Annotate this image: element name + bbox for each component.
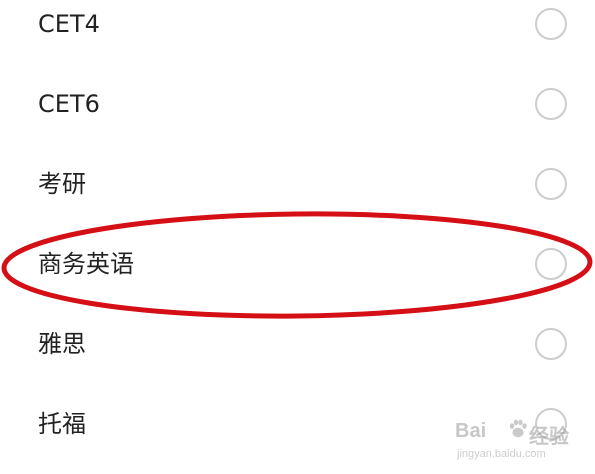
radio-button-toefl[interactable] bbox=[535, 408, 567, 440]
option-label: CET6 bbox=[38, 90, 100, 118]
radio-button-business-english[interactable] bbox=[535, 248, 567, 280]
exam-type-list: CET4 CET6 考研 商务英语 雅思 托福 bbox=[0, 0, 595, 474]
option-label: 考研 bbox=[38, 170, 86, 198]
option-label: 雅思 bbox=[38, 330, 86, 358]
option-row-cet6[interactable]: CET6 bbox=[0, 64, 595, 144]
option-row-ielts[interactable]: 雅思 bbox=[0, 304, 595, 384]
option-label: CET4 bbox=[38, 10, 100, 38]
radio-button-ielts[interactable] bbox=[535, 328, 567, 360]
option-row-kaoyan[interactable]: 考研 bbox=[0, 144, 595, 224]
option-row-toefl[interactable]: 托福 bbox=[0, 384, 595, 464]
option-row-cet4[interactable]: CET4 bbox=[0, 0, 595, 64]
option-label: 托福 bbox=[38, 410, 86, 438]
option-row-business-english[interactable]: 商务英语 bbox=[0, 224, 595, 304]
radio-button-cet4[interactable] bbox=[535, 8, 567, 40]
radio-button-cet6[interactable] bbox=[535, 88, 567, 120]
option-label: 商务英语 bbox=[38, 250, 134, 278]
radio-button-kaoyan[interactable] bbox=[535, 168, 567, 200]
